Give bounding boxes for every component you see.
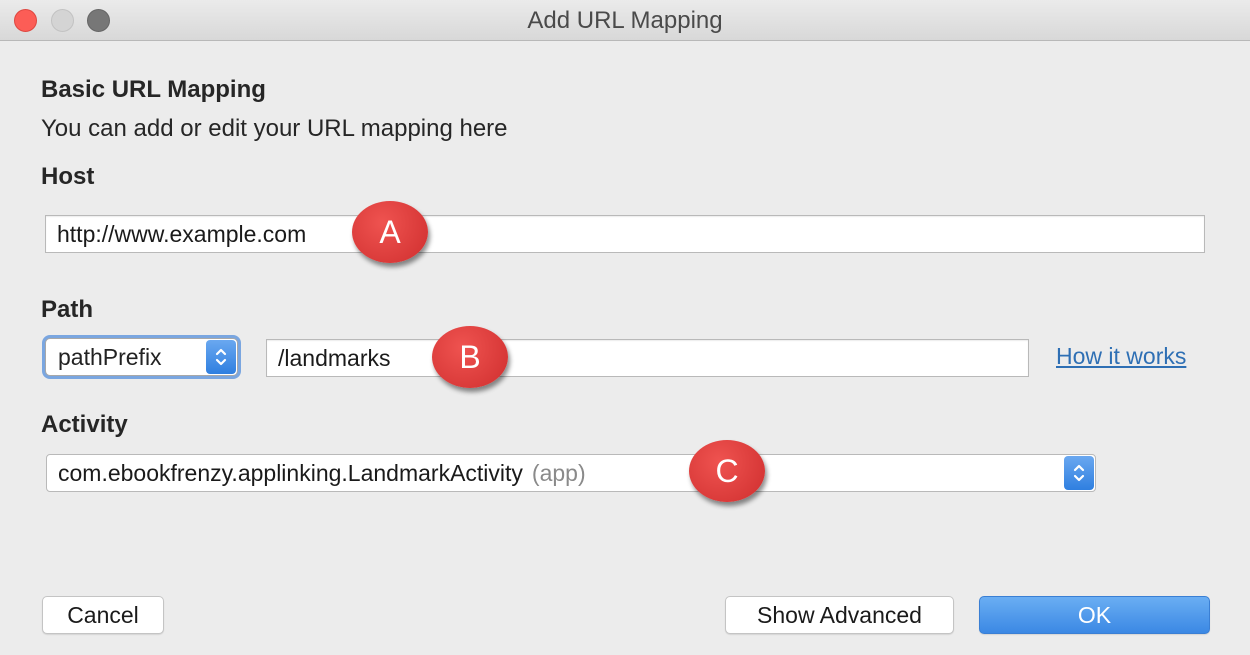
activity-select-value: com.ebookfrenzy.applinking.LandmarkActiv…	[58, 459, 523, 486]
cancel-button[interactable]: Cancel	[42, 596, 164, 634]
callout-c: C	[689, 440, 765, 502]
how-it-works-link[interactable]: How it works	[1056, 343, 1186, 370]
path-type-select[interactable]: pathPrefix	[45, 338, 238, 376]
activity-select[interactable]: com.ebookfrenzy.applinking.LandmarkActiv…	[46, 454, 1096, 492]
activity-label: Activity	[41, 411, 128, 438]
chevron-updown-icon	[206, 340, 236, 374]
chevron-updown-icon	[1064, 456, 1094, 490]
path-input-value: /landmarks	[278, 344, 391, 371]
title-bar: Add URL Mapping	[0, 0, 1250, 41]
show-advanced-button[interactable]: Show Advanced	[725, 596, 954, 634]
window-title: Add URL Mapping	[527, 7, 723, 34]
callout-a: A	[352, 201, 428, 263]
host-input[interactable]: http://www.example.com	[45, 215, 1205, 253]
path-input[interactable]: /landmarks	[266, 339, 1029, 377]
section-heading: Basic URL Mapping	[41, 76, 266, 103]
activity-module-hint: (app)	[531, 459, 586, 486]
host-input-value: http://www.example.com	[57, 220, 307, 247]
ok-button[interactable]: OK	[979, 596, 1210, 634]
path-label: Path	[41, 296, 94, 323]
section-description: You can add or edit your URL mapping her…	[41, 115, 508, 142]
host-label: Host	[41, 163, 95, 190]
callout-b: B	[432, 326, 508, 388]
path-type-value: pathPrefix	[58, 343, 162, 370]
